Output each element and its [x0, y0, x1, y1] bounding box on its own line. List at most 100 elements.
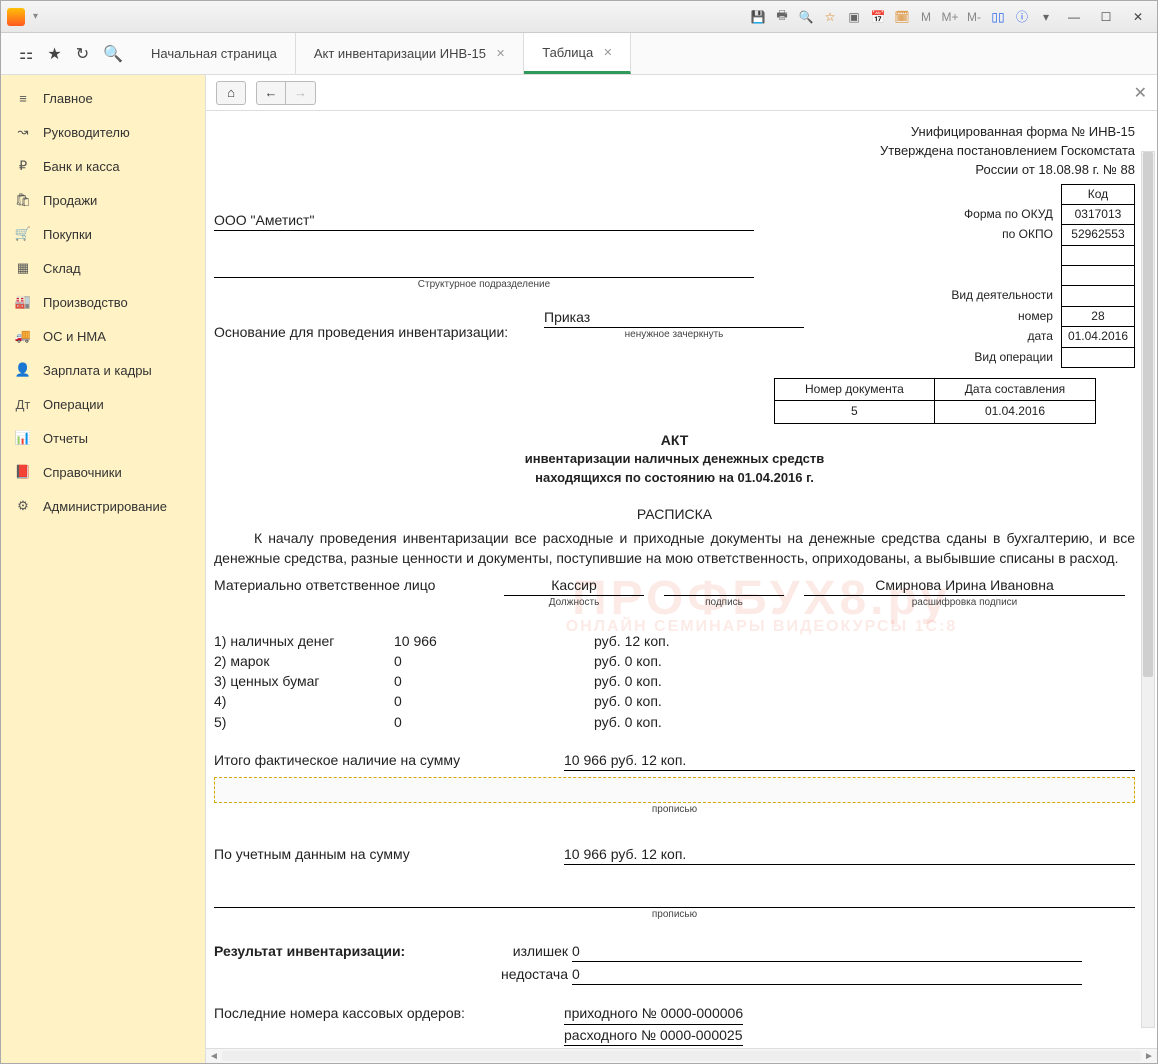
scroll-left-icon[interactable]: ◄ [206, 1051, 222, 1062]
sidebar-item-9[interactable]: ДтОперации [1, 387, 205, 421]
sidebar-item-1[interactable]: ↝Руководителю [1, 115, 205, 149]
form-header: Унифицированная форма № ИНВ-15 Утвержден… [214, 123, 1135, 180]
money-kop: руб. 0 коп. [594, 691, 662, 711]
money-kop: руб. 0 коп. [594, 671, 662, 691]
sidebar-item-5[interactable]: ▦Склад [1, 251, 205, 285]
sidebar-item-2[interactable]: ₽ Банк и касса [1, 149, 205, 183]
compare-icon[interactable]: ▣ [845, 8, 863, 26]
apps-icon[interactable]: ⚏ [19, 44, 33, 64]
sidebar-label: Продажи [43, 193, 97, 208]
sidebar-label: Главное [43, 91, 93, 106]
favorite-icon[interactable]: ☆ [821, 8, 839, 26]
panels-icon[interactable]: ▯▯ [989, 8, 1007, 26]
sidebar-label: ОС и НМА [43, 329, 106, 344]
code-header: Код [1061, 184, 1134, 204]
money-kop: руб. 12 коп. [594, 631, 670, 651]
basis-value: Приказ [544, 307, 804, 328]
money-row: 4)0руб. 0 коп. [214, 691, 1135, 711]
basis-label: Основание для проведения инвентаризации: [214, 322, 534, 342]
sidebar-label: Отчеты [43, 431, 88, 446]
doc-num-head: Номер документа [775, 379, 935, 401]
minimize-button[interactable]: — [1061, 8, 1087, 26]
operation-label: Вид операции [945, 347, 1061, 367]
history-icon[interactable]: ↻ [76, 44, 89, 64]
close-window-button[interactable]: ✕ [1125, 8, 1151, 26]
back-button[interactable]: ← [256, 81, 286, 105]
surplus-label: излишек [474, 941, 572, 962]
doc-number-table: Номер документаДата составления 501.04.2… [774, 378, 1096, 424]
titlebar: ▾ 💾 🖶 🔍 ☆ ▣ 📅 🗓 M M+ M- ▯▯ ⓘ ▾ — ☐ ✕ [1, 1, 1157, 33]
home-button[interactable]: ⌂ [216, 81, 246, 105]
search-icon[interactable]: 🔍 [103, 44, 123, 64]
save-icon[interactable]: 💾 [749, 8, 767, 26]
app-icon [7, 8, 25, 26]
money-label: 2) марок [214, 651, 394, 671]
app-menu-dropdown-icon[interactable]: ▾ [33, 11, 38, 22]
sidebar-label: Справочники [43, 465, 122, 480]
register-m-icon[interactable]: M [917, 8, 935, 26]
sidebar-item-3[interactable]: 🛍Продажи [1, 183, 205, 217]
star-icon[interactable]: ★ [47, 44, 61, 64]
money-kop: руб. 0 коп. [594, 712, 662, 732]
sidebar-label: Банк и касса [43, 159, 120, 174]
responsible-label: Материально ответственное лицо [214, 575, 494, 611]
scrollbar-thumb[interactable] [1143, 152, 1153, 677]
tab-table[interactable]: Таблица✕ [524, 33, 631, 74]
okud-label: Форма по ОКУД [945, 204, 1061, 224]
dropdown-icon[interactable]: ▾ [1037, 8, 1055, 26]
sidebar-item-7[interactable]: 🚚ОС и НМА [1, 319, 205, 353]
calendar-icon[interactable]: 📅 [869, 8, 887, 26]
vertical-scrollbar[interactable] [1141, 151, 1155, 1028]
sidebar-icon: ≡ [15, 90, 31, 106]
tab-close-icon[interactable]: ✕ [603, 46, 612, 59]
horizontal-scrollbar[interactable]: ◄ ► [206, 1048, 1157, 1063]
tab-close-icon[interactable]: ✕ [496, 47, 505, 60]
okud-value: 0317013 [1061, 204, 1134, 224]
result-label: Результат инвентаризации: [214, 941, 474, 962]
akt-subtitle2: находящихся по состоянию на 01.04.2016 г… [214, 469, 1135, 488]
tab-act-inv15[interactable]: Акт инвентаризации ИНВ-15 ✕ [296, 33, 524, 74]
money-label: 5) [214, 712, 394, 732]
scroll-right-icon[interactable]: ► [1141, 1051, 1157, 1062]
in-words-caption: прописью [214, 803, 1135, 818]
sidebar-icon: ₽ [15, 158, 31, 174]
name-caption: расшифровка подписи [794, 596, 1135, 611]
money-rub: 10 966 [394, 631, 594, 651]
raspiska-title: РАСПИСКА [214, 504, 1135, 524]
shortage-label: недостача [474, 964, 572, 985]
book-value: 10 966 руб. 12 коп. [564, 844, 1135, 865]
content-panel: ⌂ ← → ✕ ПРОФБУХ8.ру ОНЛАЙН СЕМИНАРЫ ВИДЕ… [206, 75, 1157, 1063]
tab-label: Акт инвентаризации ИНВ-15 [314, 46, 486, 61]
register-mplus-icon[interactable]: M+ [941, 8, 959, 26]
orders-label: Последние номера кассовых ордеров: [214, 1003, 564, 1046]
sidebar-item-0[interactable]: ≡ Главное [1, 81, 205, 115]
register-mminus-icon[interactable]: M- [965, 8, 983, 26]
money-label: 4) [214, 691, 394, 711]
sidebar-label: Покупки [43, 227, 92, 242]
money-row: 2) марок0руб. 0 коп. [214, 651, 1135, 671]
info-icon[interactable]: ⓘ [1013, 8, 1031, 26]
sidebar-icon: Дт [15, 396, 31, 412]
sidebar-item-8[interactable]: 👤Зарплата и кадры [1, 353, 205, 387]
sidebar-item-12[interactable]: ⚙Администрирование [1, 489, 205, 523]
preview-icon[interactable]: 🔍 [797, 8, 815, 26]
money-row: 3) ценных бумаг0руб. 0 коп. [214, 671, 1135, 691]
sidebar-icon: 🏭 [15, 294, 31, 310]
sidebar-item-4[interactable]: 🛒Покупки [1, 217, 205, 251]
print-icon[interactable]: 🖶 [773, 8, 791, 26]
sidebar-icon: 👤 [15, 362, 31, 378]
activity-label: Вид деятельности [945, 286, 1061, 306]
document-viewport[interactable]: ПРОФБУХ8.ру ОНЛАЙН СЕМИНАРЫ ВИДЕОКУРСЫ 1… [206, 111, 1157, 1048]
calc-icon[interactable]: 🗓 [893, 8, 911, 26]
sidebar-item-6[interactable]: 🏭Производство [1, 285, 205, 319]
tab-home[interactable]: Начальная страница [133, 33, 296, 74]
money-label: 1) наличных денег [214, 631, 394, 651]
sidebar-item-11[interactable]: 📕Справочники [1, 455, 205, 489]
highlighted-cell[interactable] [214, 777, 1135, 803]
order-incoming: приходного № 0000-000006 [564, 1003, 743, 1024]
forward-button[interactable]: → [286, 81, 316, 105]
maximize-button[interactable]: ☐ [1093, 8, 1119, 26]
close-panel-button[interactable]: ✕ [1134, 83, 1147, 103]
money-rub: 0 [394, 671, 594, 691]
sidebar-item-10[interactable]: 📊Отчеты [1, 421, 205, 455]
